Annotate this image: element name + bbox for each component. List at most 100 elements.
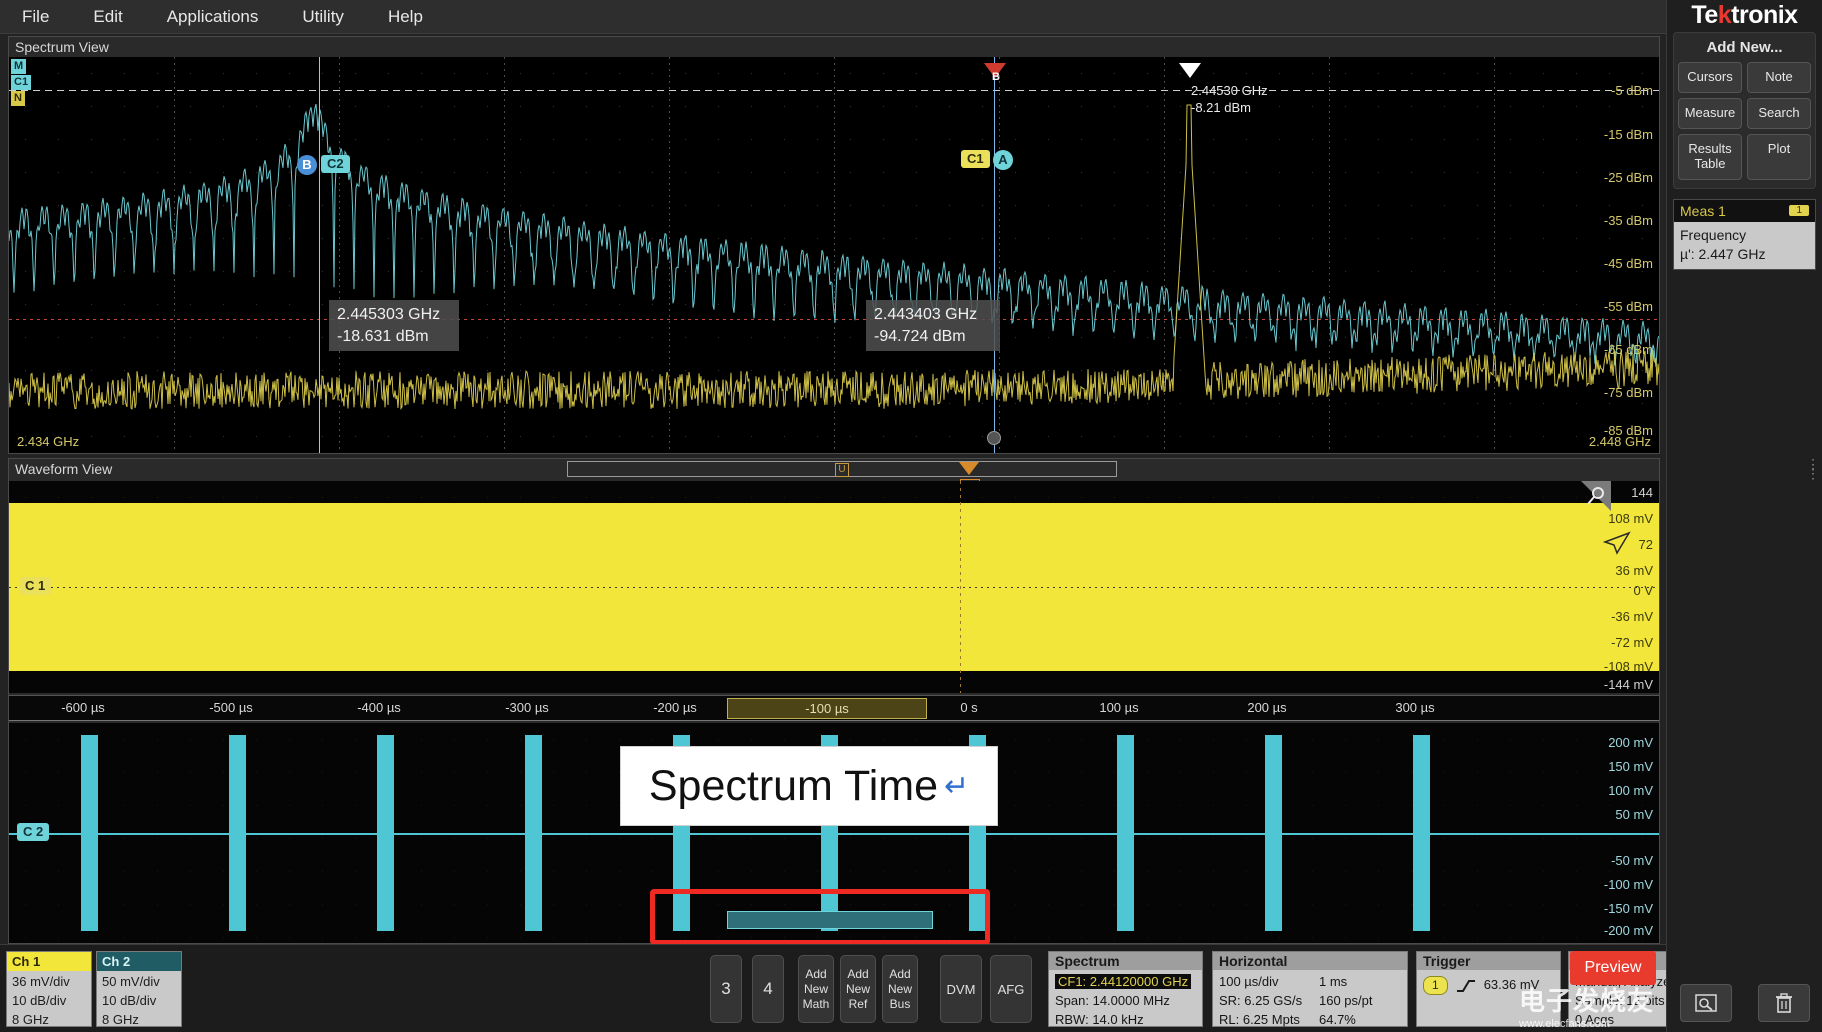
add-results-table-button[interactable]: Results Table <box>1678 134 1742 180</box>
delete-tool-button[interactable] <box>1758 984 1810 1022</box>
cursor-a-readout: 2.443403 GHz -94.724 dBm <box>866 300 1000 351</box>
overview-position-handle[interactable]: U <box>835 463 849 477</box>
dbm-tick: -65 dBm <box>1604 342 1653 357</box>
trigger-settings-title: Trigger <box>1417 952 1560 970</box>
menu-item-help[interactable]: Help <box>366 2 445 32</box>
logo-part-2: tronix <box>1731 1 1797 30</box>
measurement-badge-title: Meas 1 <box>1680 203 1726 219</box>
menu-item-edit[interactable]: Edit <box>71 2 144 32</box>
add-plot-button[interactable]: Plot <box>1747 134 1811 180</box>
add-new-bus-button[interactable]: Add New Bus <box>882 955 918 1023</box>
settings-bar: Ch 1 36 mV/div 10 dB/div 8 GHz Ch 2 50 m… <box>0 944 1666 1032</box>
ch1-mv-tick: 0 V <box>1633 583 1653 598</box>
measurement-badge-1[interactable]: Meas 1 1 Frequency µ': 2.447 GHz <box>1673 199 1816 270</box>
ch2-spectrum-badge[interactable]: C2 <box>321 155 350 173</box>
magnifier-icon <box>1585 485 1607 507</box>
ch2-bandwidth: 8 GHz <box>102 1011 176 1030</box>
ch2-mv-tick: -200 mV <box>1604 923 1653 938</box>
spectrum-view-panel[interactable]: Spectrum View -5 dBm -15 dBm -25 dBm -35… <box>8 36 1660 454</box>
record-overview-bar[interactable]: U <box>567 461 1117 477</box>
zoom-icon <box>1694 991 1718 1015</box>
zoom-tool-button[interactable] <box>1680 984 1732 1022</box>
peak-marker-triangle[interactable] <box>1179 63 1201 78</box>
channel-1-card[interactable]: Ch 1 36 mV/div 10 dB/div 8 GHz <box>6 951 92 1027</box>
channel-4-button[interactable]: 4 <box>752 955 784 1023</box>
channel-2-title: Ch 2 <box>97 952 181 971</box>
spectrum-center-frequency[interactable]: CF1: 2.44120000 GHz <box>1055 974 1191 989</box>
add-new-button-grid: Cursors Note Measure Search Results Tabl… <box>1678 62 1811 180</box>
trigger-position-marker[interactable] <box>959 462 979 475</box>
measurement-source-chip: 1 <box>1789 205 1809 216</box>
menu-item-utility[interactable]: Utility <box>280 2 366 32</box>
add-new-ref-button[interactable]: Add New Ref <box>840 955 876 1023</box>
add-new-panel: Add New... Cursors Note Measure Search R… <box>1673 32 1816 189</box>
ch2-pulse <box>1413 735 1430 931</box>
ch1-mv-tick: -144 mV <box>1604 677 1653 692</box>
spectrum-flag-m[interactable]: M <box>11 59 26 74</box>
ch2-pulse <box>229 735 246 931</box>
horizontal-settings-body: 100 µs/div 1 ms SR: 6.25 GS/s 160 ps/pt RL… <box>1213 970 1407 1032</box>
spectrum-flag-c1[interactable]: C1 <box>11 75 31 90</box>
add-measure-button[interactable]: Measure <box>1678 98 1742 129</box>
time-tick: 200 µs <box>1247 700 1286 715</box>
add-note-button[interactable]: Note <box>1747 62 1811 93</box>
ch1-bandwidth: 8 GHz <box>12 1011 86 1030</box>
ch1-spectrum-badge[interactable]: C1 <box>961 150 990 168</box>
ch1-mv-tick: 144 <box>1631 485 1653 500</box>
cursor-b-line[interactable] <box>319 57 320 453</box>
channel-2-card[interactable]: Ch 2 50 mV/div 10 dB/div 8 GHz <box>96 951 182 1027</box>
time-tick: 100 µs <box>1099 700 1138 715</box>
spectrum-flag-n[interactable]: N <box>11 91 25 106</box>
dbm-tick: -5 dBm <box>1611 83 1653 98</box>
main-area: Spectrum View -5 dBm -15 dBm -25 dBm -35… <box>0 34 1666 944</box>
cursor-a-line[interactable] <box>994 57 995 453</box>
sidebar-drag-handle[interactable]: ⋮ ⋮ <box>1806 460 1820 478</box>
add-new-math-button[interactable]: Add New Math <box>798 955 834 1023</box>
time-tick: 0 s <box>960 700 977 715</box>
ch2-pulse <box>377 735 394 931</box>
time-selected-division[interactable]: -100 µs <box>727 698 927 719</box>
horizontal-settings-title: Horizontal <box>1213 952 1407 970</box>
horizontal-position-percent: 64.7% <box>1319 1011 1356 1030</box>
time-axis[interactable]: -600 µs -500 µs -400 µs -300 µs -200 µs … <box>9 695 1659 721</box>
dbm-tick: -55 dBm <box>1604 299 1653 314</box>
logo-part-1: Te <box>1691 1 1717 30</box>
time-tick: -600 µs <box>61 700 105 715</box>
ch2-waveform-badge[interactable]: C 2 <box>17 823 49 841</box>
add-new-title: Add New... <box>1678 37 1811 62</box>
measurement-value: µ': 2.447 GHz <box>1680 245 1809 265</box>
spectrum-start-frequency: 2.434 GHz <box>17 434 79 449</box>
channel-3-button[interactable]: 3 <box>710 955 742 1023</box>
trigger-vline <box>960 481 961 693</box>
spectrum-rbw: RBW: 14.0 kHz <box>1055 1011 1196 1030</box>
spectrum-plot[interactable]: -5 dBm -15 dBm -25 dBm -35 dBm -45 dBm -… <box>9 57 1659 453</box>
time-tick: 300 µs <box>1395 700 1434 715</box>
preview-button[interactable]: Preview <box>1570 951 1656 985</box>
afg-button[interactable]: AFG <box>990 955 1032 1023</box>
ch1-waveform-badge[interactable]: C 1 <box>19 577 51 595</box>
menu-item-applications[interactable]: Applications <box>145 2 281 32</box>
dvm-button[interactable]: DVM <box>940 955 982 1023</box>
spectrum-view-title: Spectrum View <box>15 39 109 55</box>
spectrum-settings-card[interactable]: Spectrum CF1: 2.44120000 GHz Span: 14.00… <box>1048 951 1203 1027</box>
time-tick: -200 µs <box>653 700 697 715</box>
waveform-ch1-plot[interactable]: C 1 144 108 mV 72 36 mV 0 V -36 mV -72 m… <box>9 481 1659 693</box>
add-cursors-button[interactable]: Cursors <box>1678 62 1742 93</box>
trigger-settings-card[interactable]: Trigger 1 63.36 mV <box>1416 951 1561 1027</box>
ch1-mv-tick: -108 mV <box>1604 659 1653 674</box>
ch2-mv-tick: 50 mV <box>1615 807 1653 822</box>
ch2-mv-tick: 100 mV <box>1608 783 1653 798</box>
menu-item-file[interactable]: File <box>0 2 71 32</box>
ch1-vdiv: 36 mV/div <box>12 973 86 992</box>
horizontal-settings-card[interactable]: Horizontal 100 µs/div 1 ms SR: 6.25 GS/s 1… <box>1212 951 1408 1027</box>
trigger-level: 63.36 mV <box>1484 976 1540 995</box>
peak-marker-readout: 2.44530 GHz -8.21 dBm <box>1191 83 1268 117</box>
cursor-a-badge[interactable]: A <box>993 150 1013 170</box>
cursor-a-drag-handle[interactable] <box>987 431 1001 445</box>
cursor-b-top-marker-letter: B <box>992 71 1000 83</box>
add-search-button[interactable]: Search <box>1747 98 1811 129</box>
horizontal-timebase: 100 µs/div <box>1219 973 1319 992</box>
cursor-b-badge[interactable]: B <box>297 155 317 175</box>
trigger-source-chip[interactable]: 1 <box>1423 976 1448 995</box>
waveform-view-panel[interactable]: Waveform View U T C 1 144 108 mV 72 36 <box>8 458 1660 944</box>
